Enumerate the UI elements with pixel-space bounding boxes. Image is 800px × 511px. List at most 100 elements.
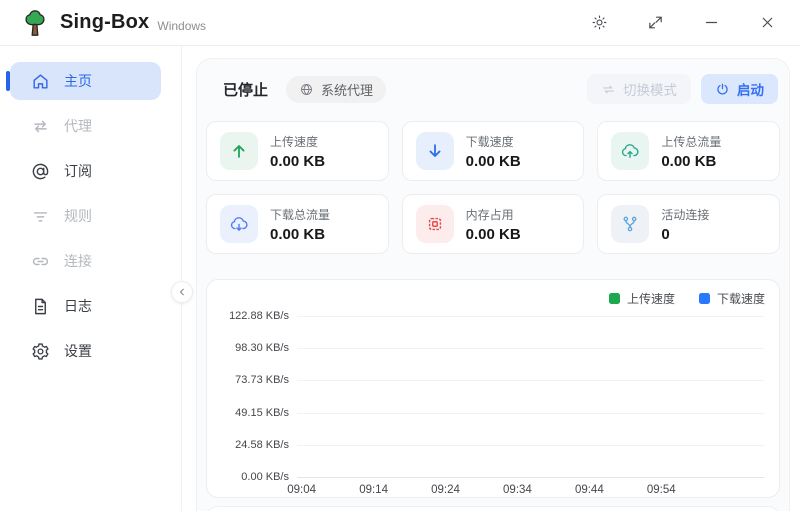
stat-value: 0 <box>661 226 709 243</box>
theme-sun-icon[interactable] <box>588 12 610 34</box>
y-tick: 0.00 KB/s <box>219 471 289 483</box>
sidebar-item-label: 规则 <box>64 206 92 226</box>
switch-mode-label: 切换模式 <box>623 79 677 99</box>
sidebar-item-home[interactable]: 主页 <box>10 62 161 100</box>
arrow-up-icon <box>220 132 258 170</box>
gear-icon <box>30 341 50 361</box>
switch-mode-button[interactable]: 切换模式 <box>587 74 691 104</box>
sidebar-item-label: 订阅 <box>64 161 92 181</box>
home-icon <box>30 71 50 91</box>
sidebar-item-proxy[interactable]: 代理 <box>10 107 161 145</box>
next-card-stub <box>206 506 780 511</box>
gridline <box>297 316 764 317</box>
sidebar: 主页 代理 订阅 规则 <box>0 46 182 511</box>
x-tick: 09:14 <box>359 484 388 496</box>
sidebar-item-label: 代理 <box>64 116 92 136</box>
sidebar-item-logs[interactable]: 日志 <box>10 287 161 325</box>
start-label: 启动 <box>737 79 764 99</box>
stat-label: 内存占用 <box>466 206 521 223</box>
cloud-upload-icon <box>611 132 649 170</box>
stat-value: 0.00 KB <box>661 153 721 170</box>
app-window: Sing-Box Windows 主页 <box>0 0 800 511</box>
content-area: 主页 代理 订阅 规则 <box>0 46 800 511</box>
sidebar-item-label: 设置 <box>64 341 92 361</box>
y-tick: 49.15 KB/s <box>219 407 289 419</box>
sidebar-item-rules[interactable]: 规则 <box>10 197 161 235</box>
filter-lines-icon <box>30 206 50 226</box>
download-legend-swatch-icon <box>699 293 710 304</box>
power-icon <box>715 82 730 97</box>
traffic-chart-card: 上传速度 下载速度 122.88 K <box>206 279 780 498</box>
legend-label: 下载速度 <box>717 290 765 307</box>
stats-grid: 上传速度 0.00 KB 下载速度 0.00 KB <box>206 121 780 254</box>
app-subtitle: Windows <box>157 19 206 33</box>
start-button[interactable]: 启动 <box>701 74 778 104</box>
minimize-icon[interactable] <box>700 12 722 34</box>
stat-card-upload-total: 上传总流量 0.00 KB <box>597 121 780 181</box>
sidebar-item-label: 主页 <box>64 71 92 91</box>
link-icon <box>30 251 50 271</box>
chevron-left-icon <box>176 286 188 298</box>
stat-card-upload-speed: 上传速度 0.00 KB <box>206 121 389 181</box>
stat-label: 上传速度 <box>270 133 325 150</box>
stat-card-download-total: 下载总流量 0.00 KB <box>206 194 389 254</box>
y-tick: 24.58 KB/s <box>219 439 289 451</box>
x-tick: 09:44 <box>575 484 604 496</box>
cpu-chip-icon <box>416 205 454 243</box>
title-bar: Sing-Box Windows <box>0 0 800 46</box>
sidebar-item-label: 日志 <box>64 296 92 316</box>
document-icon <box>30 296 50 316</box>
stat-label: 上传总流量 <box>661 133 721 150</box>
stat-card-active-connections: 活动连接 0 <box>597 194 780 254</box>
proxy-swap-icon <box>30 116 50 136</box>
chart-plot-area: 122.88 KB/s 98.30 KB/s 73.73 KB/s 49.15 … <box>219 316 767 477</box>
sidebar-item-settings[interactable]: 设置 <box>10 332 161 370</box>
system-proxy-badge[interactable]: 系统代理 <box>286 76 386 103</box>
stat-value: 0.00 KB <box>466 226 521 243</box>
sidebar-item-label: 连接 <box>64 251 92 271</box>
y-tick: 122.88 KB/s <box>219 310 289 322</box>
header-actions: 切换模式 启动 <box>587 74 778 104</box>
legend-item-download[interactable]: 下载速度 <box>699 290 765 307</box>
at-sign-icon <box>30 161 50 181</box>
x-tick: 09:24 <box>431 484 460 496</box>
sidebar-item-subscription[interactable]: 订阅 <box>10 152 161 190</box>
gridline <box>297 413 764 414</box>
stat-label: 下载总流量 <box>270 206 330 223</box>
x-tick: 09:34 <box>503 484 532 496</box>
gridline <box>297 348 764 349</box>
maximize-icon[interactable] <box>644 12 666 34</box>
stat-card-memory: 内存占用 0.00 KB <box>402 194 585 254</box>
x-tick: 09:04 <box>287 484 316 496</box>
x-tick: 09:54 <box>647 484 676 496</box>
sidebar-item-connections[interactable]: 连接 <box>10 242 161 280</box>
arrow-down-icon <box>416 132 454 170</box>
status-text: 已停止 <box>223 79 268 100</box>
globe-icon <box>299 82 314 97</box>
stat-label: 活动连接 <box>661 206 709 223</box>
app-title: Sing-Box <box>60 11 149 34</box>
swap-mode-icon <box>601 82 616 97</box>
stat-value: 0.00 KB <box>466 153 521 170</box>
gridline <box>297 445 764 446</box>
cloud-download-icon <box>220 205 258 243</box>
chart-x-axis: 09:04 09:14 09:24 09:34 09:44 09:54 <box>297 477 764 499</box>
legend-item-upload[interactable]: 上传速度 <box>609 290 675 307</box>
window-controls <box>588 12 778 34</box>
stat-value: 0.00 KB <box>270 226 330 243</box>
upload-legend-swatch-icon <box>609 293 620 304</box>
stat-card-download-speed: 下载速度 0.00 KB <box>402 121 585 181</box>
sidebar-collapse-button[interactable] <box>171 281 193 303</box>
app-logo-tree-icon <box>20 8 50 38</box>
system-proxy-label: 系统代理 <box>321 80 373 99</box>
legend-label: 上传速度 <box>627 290 675 307</box>
gridline <box>297 380 764 381</box>
status-header: 已停止 系统代理 切换模式 启动 <box>206 74 780 104</box>
close-icon[interactable] <box>756 12 778 34</box>
branch-icon <box>611 205 649 243</box>
chart-legend: 上传速度 下载速度 <box>219 291 767 305</box>
y-tick: 98.30 KB/s <box>219 342 289 354</box>
y-tick: 73.73 KB/s <box>219 374 289 386</box>
stat-label: 下载速度 <box>466 133 521 150</box>
dashboard-panel: 已停止 系统代理 切换模式 启动 <box>196 58 790 511</box>
